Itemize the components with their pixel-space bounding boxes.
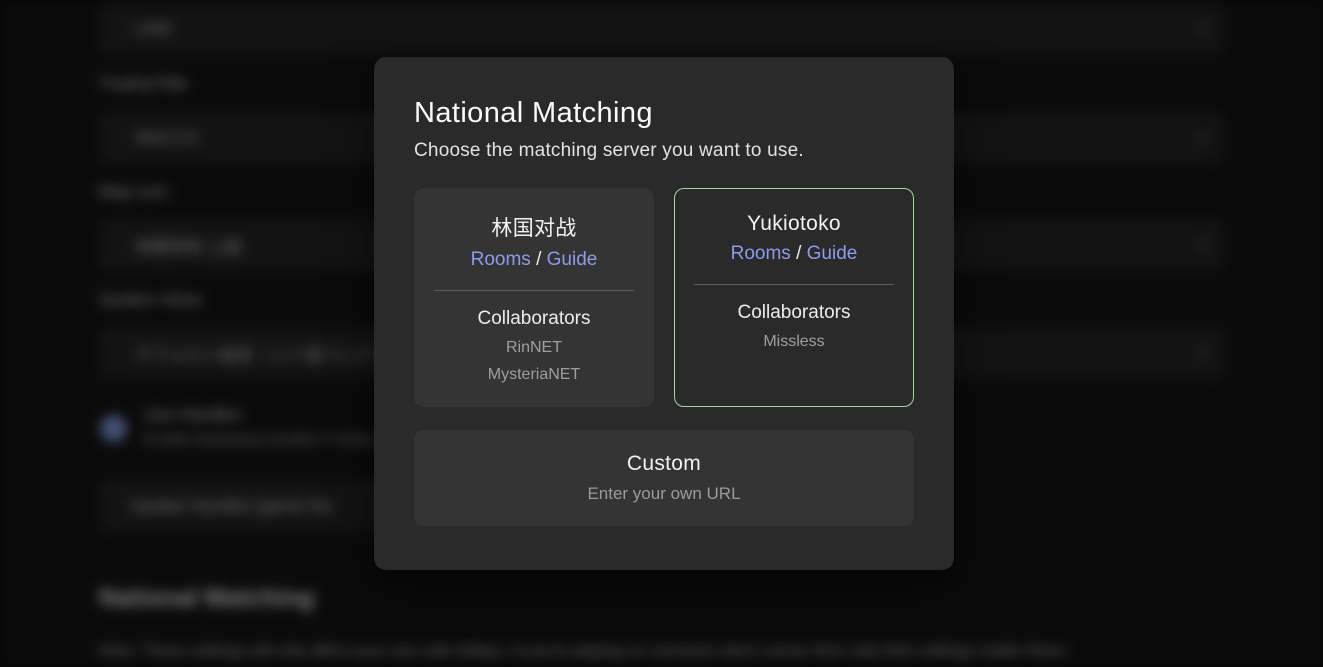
collaborator-name: Missless (675, 328, 913, 355)
link-separator: / (791, 243, 807, 264)
rooms-link[interactable]: Rooms (731, 243, 791, 264)
server-title: Yukiotoko (675, 212, 913, 236)
server-links: Rooms / Guide (675, 243, 913, 265)
page: LINK ▾ Trophy/Title WACCA ▾ Map icon 林間学… (0, 0, 1323, 667)
custom-server-card[interactable]: Custom Enter your own URL (414, 430, 914, 526)
server-options-row: 林国对战 Rooms / Guide Collaborators RinNET … (414, 188, 914, 407)
collaborators-list: Missless (675, 328, 913, 355)
divider (694, 284, 894, 285)
collaborators-heading: Collaborators (415, 308, 653, 330)
server-card-yukiotoko[interactable]: Yukiotoko Rooms / Guide Collaborators Mi… (674, 188, 914, 407)
custom-title: Custom (627, 452, 701, 476)
national-matching-dialog: National Matching Choose the matching se… (374, 57, 954, 570)
collaborators-heading: Collaborators (675, 302, 913, 324)
server-card-linguo[interactable]: 林国对战 Rooms / Guide Collaborators RinNET … (414, 188, 654, 407)
dialog-subtitle: Choose the matching server you want to u… (414, 140, 914, 162)
guide-link[interactable]: Guide (807, 243, 858, 264)
divider (434, 290, 634, 291)
collaborator-name: MysteriaNET (415, 361, 653, 388)
link-separator: / (531, 249, 547, 270)
dialog-title: National Matching (414, 97, 914, 130)
rooms-link[interactable]: Rooms (471, 249, 531, 270)
custom-subtitle: Enter your own URL (587, 484, 740, 504)
guide-link[interactable]: Guide (547, 249, 598, 270)
collaborator-name: RinNET (415, 334, 653, 361)
server-links: Rooms / Guide (415, 249, 653, 271)
collaborators-list: RinNET MysteriaNET (415, 334, 653, 388)
server-title: 林国对战 (415, 212, 653, 242)
